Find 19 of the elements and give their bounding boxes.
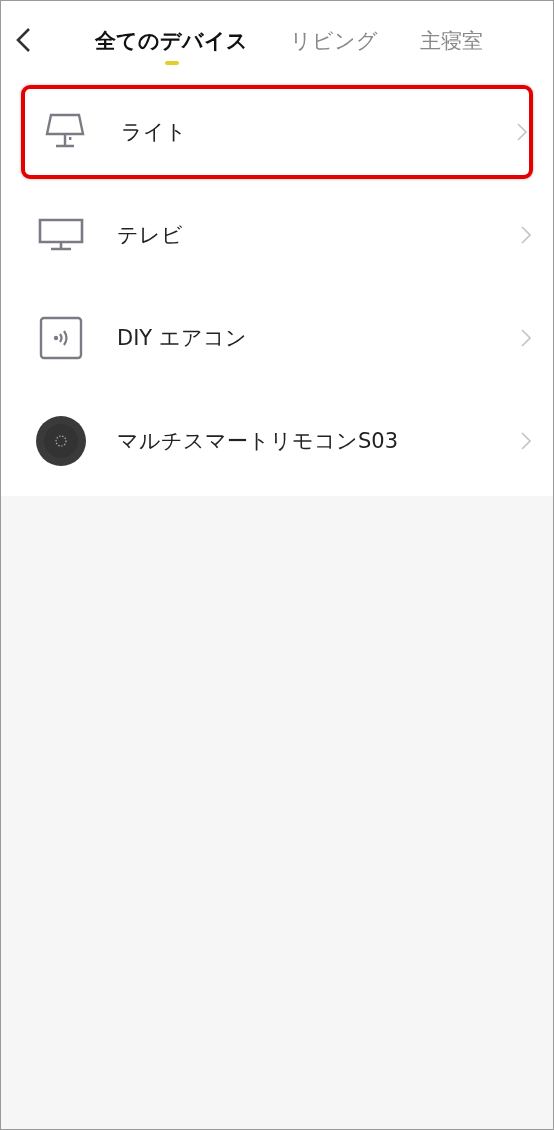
monitor-icon [38,217,84,252]
device-name: テレビ [117,221,184,249]
room-tab[interactable]: 全てのデバイス [95,27,248,67]
chevron-right-icon [517,123,527,141]
hub-icon [36,415,86,466]
chevron-right-icon [521,431,531,450]
chevron-right-icon [521,328,531,347]
device-name: マルチスマートリモコンS03 [117,427,400,455]
back-icon[interactable] [15,27,31,53]
device-row[interactable]: テレビ [1,183,553,286]
device-row[interactable]: マルチスマートリモコンS03 [1,389,553,492]
device-name: DIY エアコン [117,324,248,352]
signal-icon [39,315,83,360]
device-row[interactable]: DIY エアコン [1,286,553,389]
room-tab[interactable]: 主寝室 [420,27,483,67]
device-name: ライト [121,119,188,146]
device-row[interactable]: ライト [21,85,533,179]
room-tab[interactable]: リビング [290,27,378,67]
chevron-right-icon [521,225,531,244]
